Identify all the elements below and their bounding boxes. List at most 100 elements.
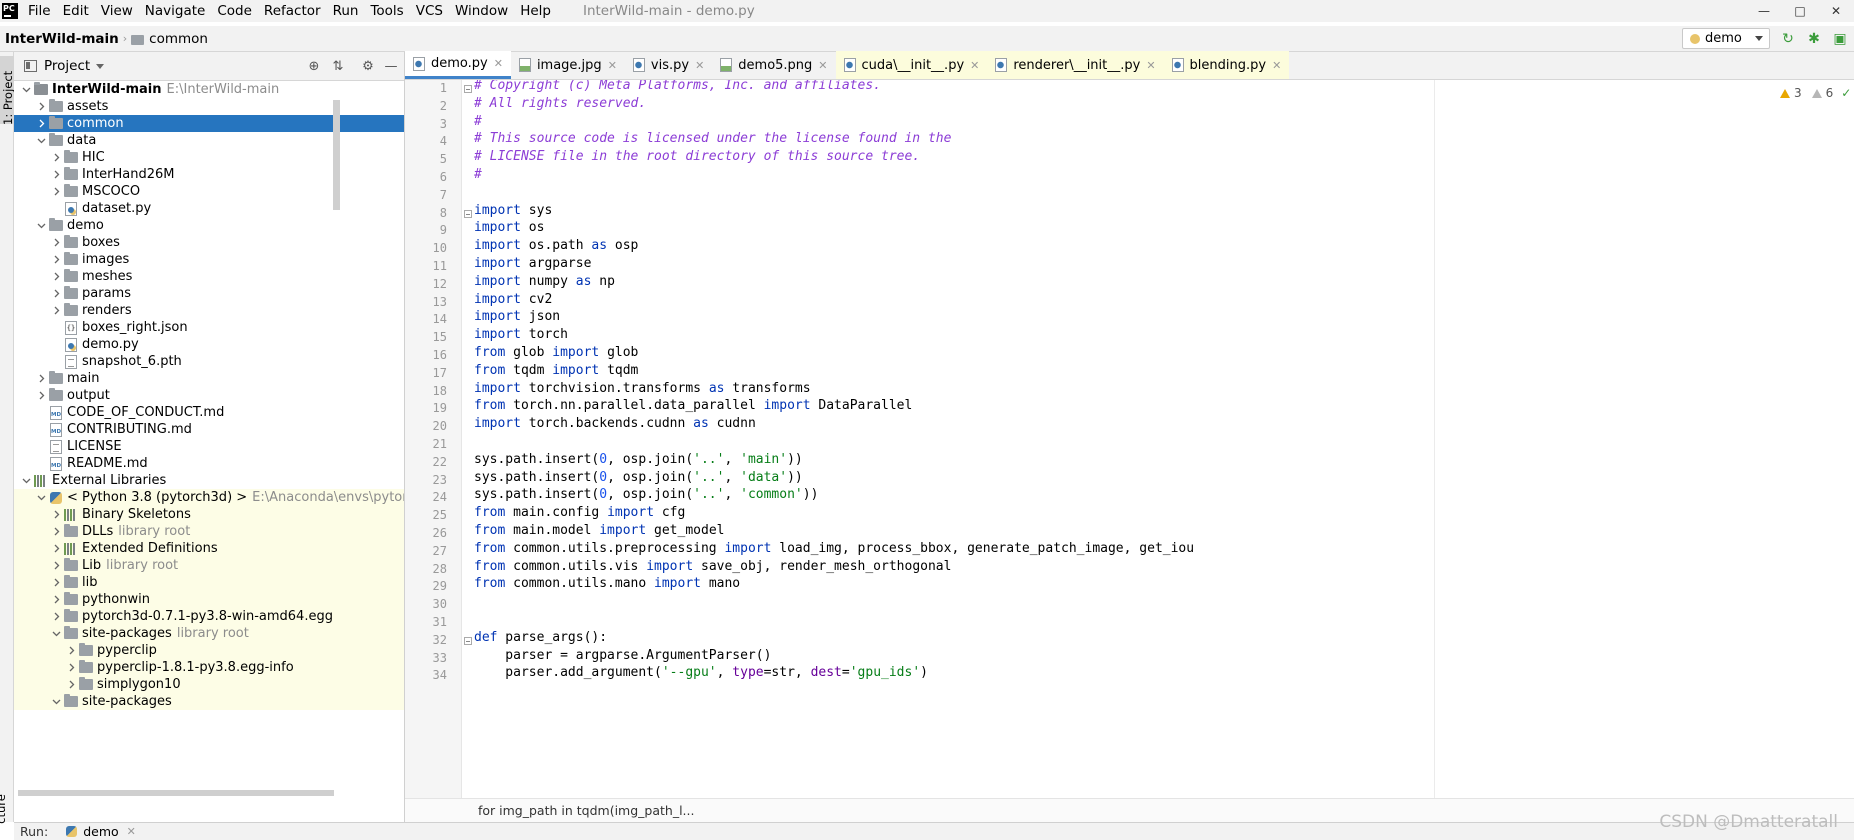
- editor-breadcrumb[interactable]: for img_path in tqdm(img_path_l...: [405, 798, 1854, 822]
- tree-item[interactable]: main: [14, 370, 404, 387]
- tree-item[interactable]: output: [14, 387, 404, 404]
- project-view-title[interactable]: Project: [44, 58, 90, 74]
- editor-tab[interactable]: demo5.png ✕: [712, 51, 835, 79]
- tree-item[interactable]: simplygon10: [14, 675, 404, 695]
- menu-code[interactable]: Code: [211, 0, 258, 22]
- tree-item[interactable]: images: [14, 251, 404, 268]
- tree-item[interactable]: Binary Skeletons: [14, 506, 404, 523]
- editor-tab[interactable]: demo.py ✕: [405, 51, 511, 79]
- close-icon[interactable]: ✕: [1272, 59, 1281, 72]
- chevron-down-icon[interactable]: [34, 488, 48, 508]
- chevron-down-icon[interactable]: [19, 80, 33, 100]
- tree-item[interactable]: pythonwin: [14, 591, 404, 608]
- tree-item[interactable]: MD README.md: [14, 454, 404, 474]
- tree-item[interactable]: InterWild-main E:\InterWild-main: [14, 80, 404, 100]
- tree-horizontal-scrollbar[interactable]: [18, 790, 334, 796]
- tree-item[interactable]: assets: [14, 98, 404, 115]
- project-tool-tab[interactable]: 1: Project: [0, 56, 15, 125]
- chevron-right-icon[interactable]: [34, 454, 48, 474]
- locate-file-icon[interactable]: ⊕: [306, 58, 322, 74]
- tree-item[interactable]: {} boxes_right.json: [14, 319, 404, 336]
- menu-tools[interactable]: Tools: [364, 0, 409, 22]
- run-tab[interactable]: demo ✕: [66, 824, 136, 839]
- rerun-icon[interactable]: ↻: [1780, 31, 1796, 47]
- inspection-widget[interactable]: 3 6 ✓: [1780, 86, 1851, 100]
- chevron-right-icon[interactable]: [64, 675, 78, 695]
- fold-marker-icon[interactable]: [464, 636, 472, 645]
- close-icon[interactable]: ✕: [1146, 59, 1155, 72]
- chevron-right-icon[interactable]: [49, 199, 63, 219]
- tree-item[interactable]: DLLs library root: [14, 523, 404, 540]
- tree-item[interactable]: demo: [14, 216, 404, 236]
- breadcrumb-folder[interactable]: common: [149, 31, 208, 47]
- tree-item[interactable]: snapshot_6.pth: [14, 352, 404, 372]
- close-window-icon[interactable]: ✕: [1818, 0, 1854, 22]
- tree-item[interactable]: < Python 3.8 (pytorch3d) > E:\Anaconda\en…: [14, 488, 404, 508]
- tree-item[interactable]: InterHand26M: [14, 166, 404, 183]
- chevron-down-icon[interactable]: [34, 131, 48, 151]
- close-icon[interactable]: ✕: [970, 59, 979, 72]
- editor-tab[interactable]: vis.py ✕: [625, 51, 712, 79]
- chevron-down-icon[interactable]: [19, 471, 33, 491]
- tree-item[interactable]: pytorch3d-0.7.1-py3.8-win-amd64.egg: [14, 608, 404, 625]
- menu-help[interactable]: Help: [514, 0, 557, 22]
- menu-file[interactable]: File: [22, 0, 57, 22]
- chevron-down-icon[interactable]: [49, 692, 63, 712]
- tree-item[interactable]: meshes: [14, 268, 404, 285]
- tree-item[interactable]: LICENSE: [14, 438, 404, 455]
- tree-item[interactable]: lib: [14, 574, 404, 591]
- fold-marker-icon[interactable]: [464, 209, 472, 218]
- menu-view[interactable]: View: [95, 0, 139, 22]
- chevron-down-icon[interactable]: [49, 624, 63, 644]
- close-icon[interactable]: ✕: [695, 59, 704, 72]
- run-configuration-select[interactable]: demo: [1682, 28, 1770, 49]
- tree-item[interactable]: Lib library root: [14, 557, 404, 574]
- menu-navigate[interactable]: Navigate: [139, 0, 212, 22]
- structure-tool-tab-label[interactable]: cture: [0, 794, 8, 824]
- menu-refactor[interactable]: Refactor: [258, 0, 327, 22]
- code-editor[interactable]: 1 2 3 4 5 6 7 8 9 10 11 12 13 14 15 16 17 18 19 20 21 22 23 24 2…: [405, 80, 1854, 798]
- fold-marker-icon[interactable]: [464, 85, 472, 93]
- maximize-icon[interactable]: □: [1782, 0, 1818, 22]
- chevron-down-icon[interactable]: [34, 216, 48, 236]
- tree-item[interactable]: MSCOCO: [14, 183, 404, 200]
- tree-item[interactable]: data: [14, 131, 404, 151]
- gear-icon[interactable]: ⚙: [360, 58, 376, 74]
- chevron-right-icon[interactable]: [49, 352, 63, 372]
- menu-run[interactable]: Run: [327, 0, 365, 22]
- close-icon[interactable]: ✕: [818, 59, 827, 72]
- run-coverage-icon[interactable]: ▣: [1832, 31, 1848, 47]
- debug-icon[interactable]: ✱: [1806, 31, 1822, 47]
- close-icon[interactable]: ✕: [608, 59, 617, 72]
- tree-item[interactable]: site-packages library root: [14, 624, 404, 644]
- tree-item[interactable]: HIC: [14, 149, 404, 166]
- menu-edit[interactable]: Edit: [57, 0, 95, 22]
- tree-item[interactable]: site-packages: [14, 692, 404, 712]
- editor-tab[interactable]: blending.py ✕: [1163, 51, 1290, 79]
- tree-item[interactable]: MD CONTRIBUTING.md: [14, 421, 404, 438]
- tree-item[interactable]: pyperclip-1.8.1-py3.8.egg-info: [14, 659, 404, 676]
- editor-tab[interactable]: renderer\__init__.py ✕: [987, 51, 1164, 79]
- collapse-all-icon[interactable]: ⇅: [330, 58, 346, 74]
- tree-item[interactable]: demo.py: [14, 336, 404, 353]
- breadcrumb-project[interactable]: InterWild-main: [5, 31, 119, 47]
- menu-window[interactable]: Window: [449, 0, 514, 22]
- tree-item[interactable]: pyperclip: [14, 642, 404, 659]
- chevron-down-icon[interactable]: [96, 63, 105, 69]
- tree-vertical-scrollbar[interactable]: [333, 100, 340, 210]
- close-icon[interactable]: ✕: [127, 825, 136, 838]
- menu-vcs[interactable]: VCS: [410, 0, 449, 22]
- close-icon[interactable]: ✕: [494, 57, 503, 70]
- tree-item[interactable]: common: [14, 115, 404, 132]
- tree-item[interactable]: dataset.py: [14, 199, 404, 219]
- tree-item[interactable]: renders: [14, 302, 404, 319]
- tree-item[interactable]: MD CODE_OF_CONDUCT.md: [14, 404, 404, 421]
- tree-item[interactable]: Extended Definitions: [14, 540, 404, 557]
- minimize-icon[interactable]: —: [1746, 0, 1782, 22]
- editor-tab[interactable]: cuda\__init__.py ✕: [835, 51, 988, 79]
- tree-item[interactable]: boxes: [14, 234, 404, 251]
- tree-item[interactable]: External Libraries: [14, 471, 404, 491]
- hide-panel-icon[interactable]: —: [383, 58, 399, 74]
- editor-tab[interactable]: image.jpg ✕: [511, 51, 625, 79]
- tree-item[interactable]: params: [14, 285, 404, 302]
